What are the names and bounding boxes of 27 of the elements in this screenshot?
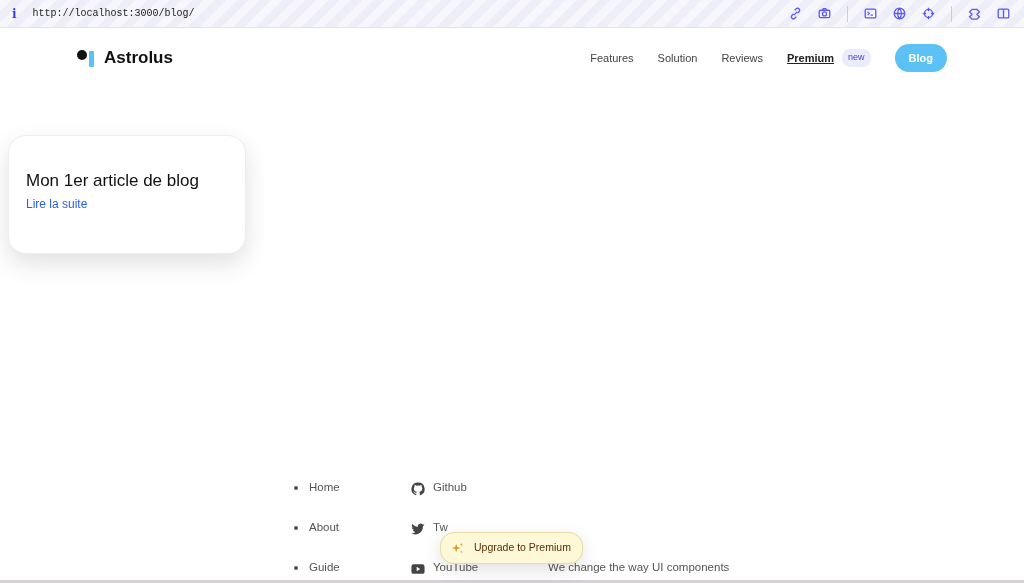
post-title: Mon 1er article de blog <box>26 171 200 192</box>
url-field[interactable]: http://localhost:3000/blog/ <box>32 6 773 21</box>
nav-link[interactable]: Features <box>590 49 634 67</box>
link-icon[interactable] <box>789 7 802 20</box>
brand-name: Astrolus <box>104 47 173 70</box>
sparkles-icon <box>451 541 464 555</box>
github-icon <box>411 482 425 496</box>
sidebar-icon[interactable] <box>997 7 1010 20</box>
footer-link[interactable]: Tw <box>433 522 448 534</box>
footer-link[interactable]: Guide <box>309 562 340 574</box>
nav-link[interactable]: Reviews <box>721 49 763 67</box>
crosshair-icon[interactable] <box>922 7 935 20</box>
logo-icon <box>76 49 96 67</box>
globe-icon[interactable] <box>893 7 906 20</box>
terminal-icon[interactable] <box>864 7 877 20</box>
nav-link[interactable]: Premium <box>786 49 835 67</box>
footer-link[interactable]: Github <box>433 482 467 494</box>
footer-link[interactable]: About <box>309 522 340 534</box>
footer-link[interactable]: Home <box>309 482 340 494</box>
nav-link[interactable]: Solution <box>657 49 698 67</box>
info-icon[interactable]: i <box>12 4 17 23</box>
bird-icon <box>411 522 425 536</box>
camera-icon[interactable] <box>818 7 831 20</box>
read-more-link[interactable]: Lire la suite <box>26 197 88 212</box>
video-icon <box>411 562 425 576</box>
upgrade-button[interactable]: Upgrade to Premium <box>440 532 583 564</box>
new-badge: new <box>842 49 871 67</box>
